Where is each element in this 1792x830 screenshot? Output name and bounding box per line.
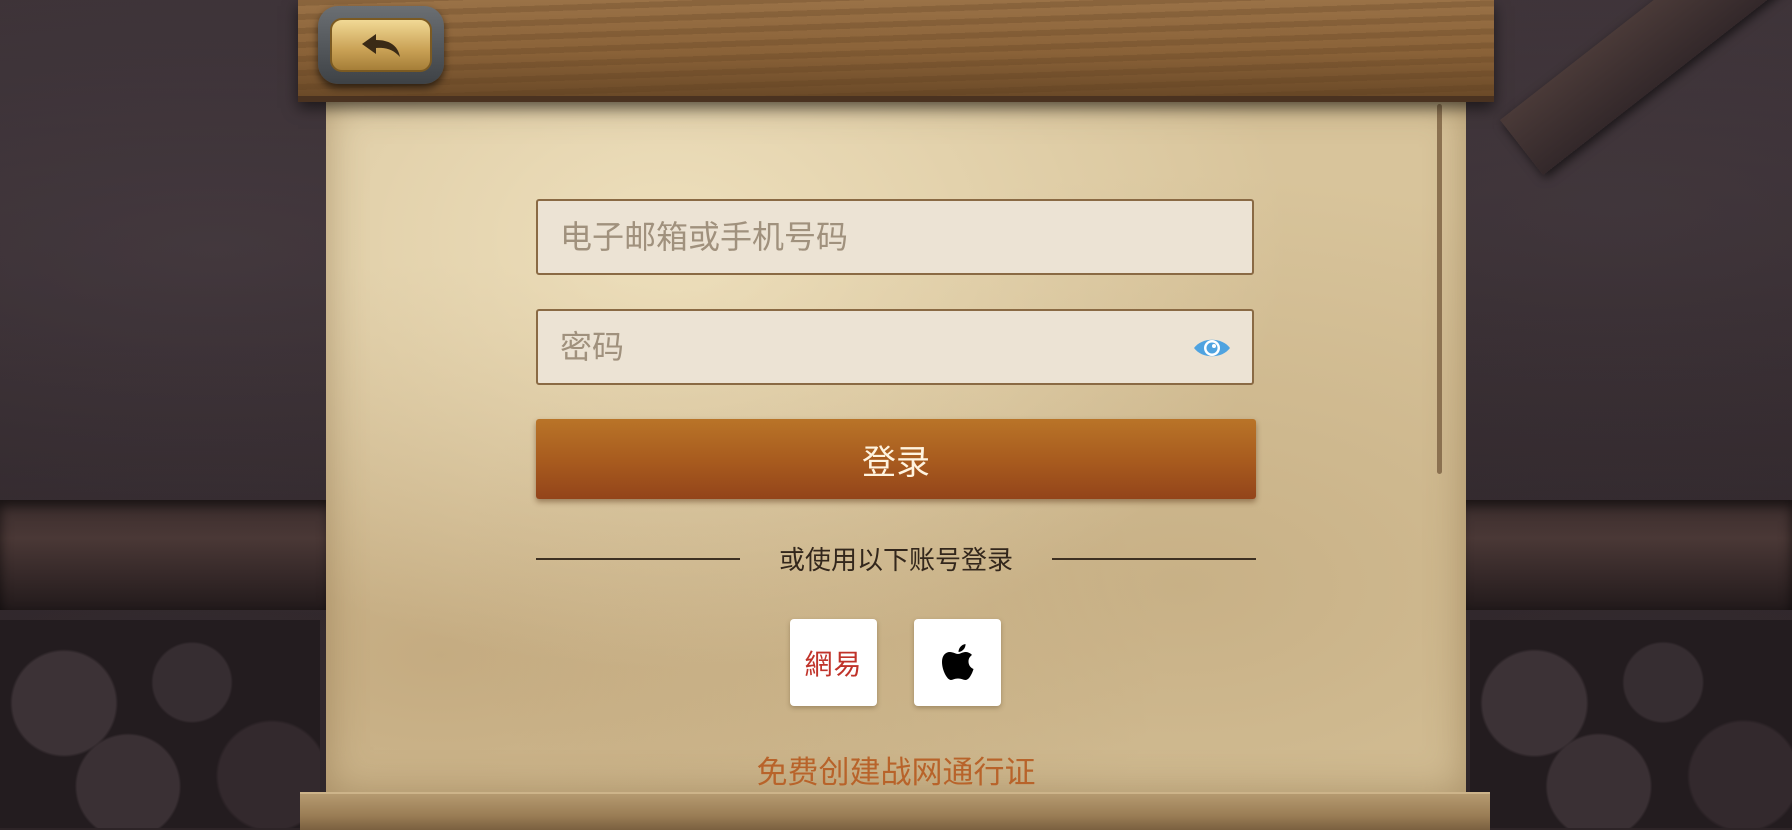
scrollbar[interactable] [1437,104,1442,474]
scroll-top-rod [298,0,1494,102]
login-button[interactable]: 登录 [536,419,1256,499]
stones-right [1470,620,1792,828]
email-field-container [536,199,1254,275]
email-phone-input[interactable] [538,201,1252,273]
apple-login-button[interactable] [914,619,1001,706]
netease-logo: 網易 [804,647,863,681]
wall-beam-right [1460,500,1792,610]
netease-login-button[interactable]: 網易 [790,619,877,706]
password-field-container [536,309,1254,385]
alt-login-label: 或使用以下账号登录 [778,545,1013,576]
create-account-link[interactable]: 免费创建战网通行证 [636,748,1156,791]
wall-beam-left [0,500,330,610]
back-button[interactable] [318,6,444,84]
stones-left [0,620,320,828]
eye-icon[interactable] [1192,333,1232,363]
back-arrow-icon [362,34,400,57]
divider-left [536,558,740,560]
apple-icon [941,643,973,680]
back-button-face [330,18,432,72]
password-input[interactable] [538,311,1252,383]
divider-right [1052,558,1256,560]
scroll-bottom-rod [300,792,1490,830]
